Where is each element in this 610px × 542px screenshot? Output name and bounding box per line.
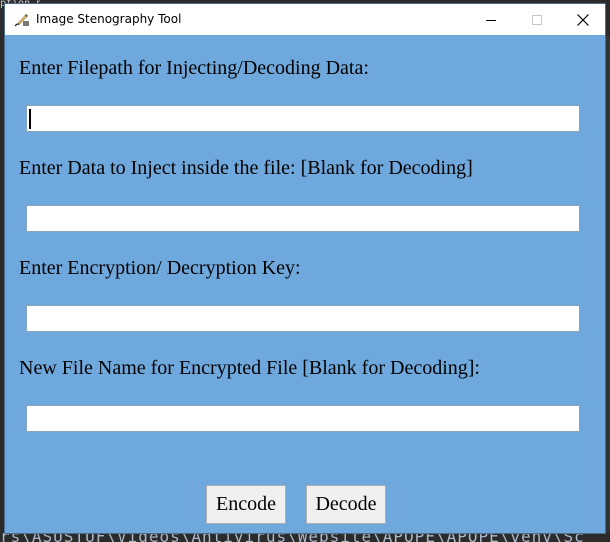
newname-input[interactable]: [26, 405, 580, 432]
filepath-label: Enter Filepath for Injecting/Decoding Da…: [19, 57, 369, 79]
key-input[interactable]: [26, 305, 580, 332]
maximize-icon: [532, 14, 542, 25]
window-title: Image Stenography Tool: [36, 12, 182, 26]
feather-quill-icon: [14, 14, 29, 27]
text-cursor: [29, 109, 31, 129]
background-editor-edge: [606, 36, 610, 532]
data-input[interactable]: [26, 205, 580, 232]
form-area: Enter Filepath for Injecting/Decoding Da…: [5, 35, 605, 534]
close-icon: [577, 13, 589, 26]
filepath-input[interactable]: [26, 105, 580, 132]
minimize-button[interactable]: [468, 4, 514, 35]
title-bar[interactable]: Image Stenography Tool: [5, 4, 605, 35]
decode-button[interactable]: Decode: [306, 485, 386, 524]
maximize-button[interactable]: [514, 4, 560, 35]
close-button[interactable]: [560, 4, 606, 35]
data-label: Enter Data to Inject inside the file: [B…: [19, 157, 473, 179]
key-label: Enter Encryption/ Decryption Key:: [19, 257, 301, 279]
app-window: Image Stenography Tool Enter Filepath fo…: [4, 3, 606, 534]
minimize-icon: [486, 19, 496, 21]
newname-label: New File Name for Encrypted File [Blank …: [19, 357, 480, 379]
encode-button[interactable]: Encode: [206, 485, 286, 524]
